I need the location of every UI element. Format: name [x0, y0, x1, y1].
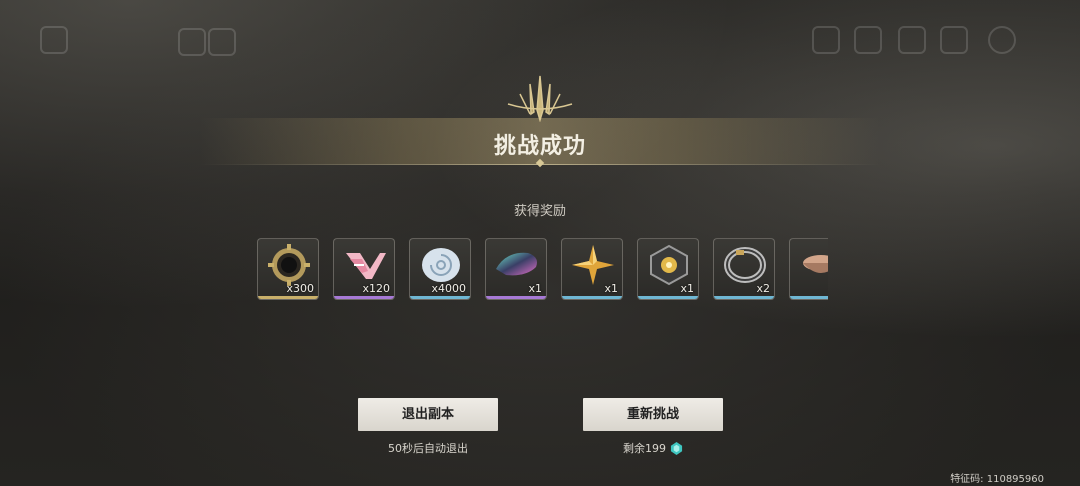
crest-icon — [507, 75, 573, 122]
gear-coin-icon — [268, 244, 310, 286]
shell-icon — [422, 248, 460, 282]
reward-quantity: x1 — [604, 282, 618, 295]
hud-quest-icon — [854, 26, 882, 54]
reward-item[interactable]: x1 — [485, 238, 547, 300]
reward-quantity: x1 — [680, 282, 694, 295]
rarity-bar — [258, 296, 318, 299]
hud-menu-icon — [988, 26, 1016, 54]
rarity-bar — [334, 296, 394, 299]
reward-item[interactable]: x1 — [637, 238, 699, 300]
rarity-bar — [410, 296, 470, 299]
rarity-bar — [714, 296, 774, 299]
rarity-bar — [790, 296, 828, 299]
reward-quantity: x120 — [362, 282, 390, 295]
feature-code: 特征码: 110895960 — [950, 474, 1044, 485]
reward-item[interactable]: x1 — [561, 238, 623, 300]
reward-item[interactable]: x4000 — [409, 238, 471, 300]
reward-quantity: x2 — [756, 282, 770, 295]
hud-back-icon — [40, 26, 68, 54]
reward-quantity: x4000 — [431, 282, 466, 295]
reward-item[interactable]: x120 — [333, 238, 395, 300]
reward-item[interactable] — [789, 238, 828, 300]
reward-quantity: x1 — [528, 282, 542, 295]
hud-social-icon — [940, 26, 968, 54]
hud-character-icon — [208, 28, 236, 56]
exit-instance-button[interactable]: 退出副本 — [358, 398, 498, 431]
rewards-heading: 获得奖励 — [513, 204, 566, 219]
hud-bag-icon — [812, 26, 840, 54]
teal-gem-icon — [670, 442, 683, 455]
iridescent-stone-icon — [496, 252, 537, 276]
ring-icon — [724, 247, 766, 283]
reward-quantity: x300 — [286, 282, 314, 295]
reward-item[interactable]: x2 — [713, 238, 775, 300]
hud-map-icon — [178, 28, 206, 56]
result-title: 挑战成功 — [493, 134, 586, 159]
reward-item[interactable]: x300 — [257, 238, 319, 300]
rarity-bar — [562, 296, 622, 299]
hud-gift-icon — [898, 26, 926, 54]
reward-list[interactable]: x300 x120 x4000 x1 x1 x1 x2 — [257, 238, 828, 302]
golden-core-icon — [650, 244, 688, 286]
shuriken-star-icon — [572, 245, 614, 285]
auto-exit-countdown: 50秒后自动退出 — [388, 442, 468, 455]
pink-ribbon-icon — [346, 253, 386, 279]
retry-challenge-button[interactable]: 重新挑战 — [583, 398, 723, 431]
retry-remaining: 剩余199 — [583, 440, 723, 456]
rarity-bar — [638, 296, 698, 299]
rarity-bar — [486, 296, 546, 299]
retry-remaining-text: 剩余199 — [623, 442, 666, 455]
bowl-icon — [803, 255, 828, 273]
